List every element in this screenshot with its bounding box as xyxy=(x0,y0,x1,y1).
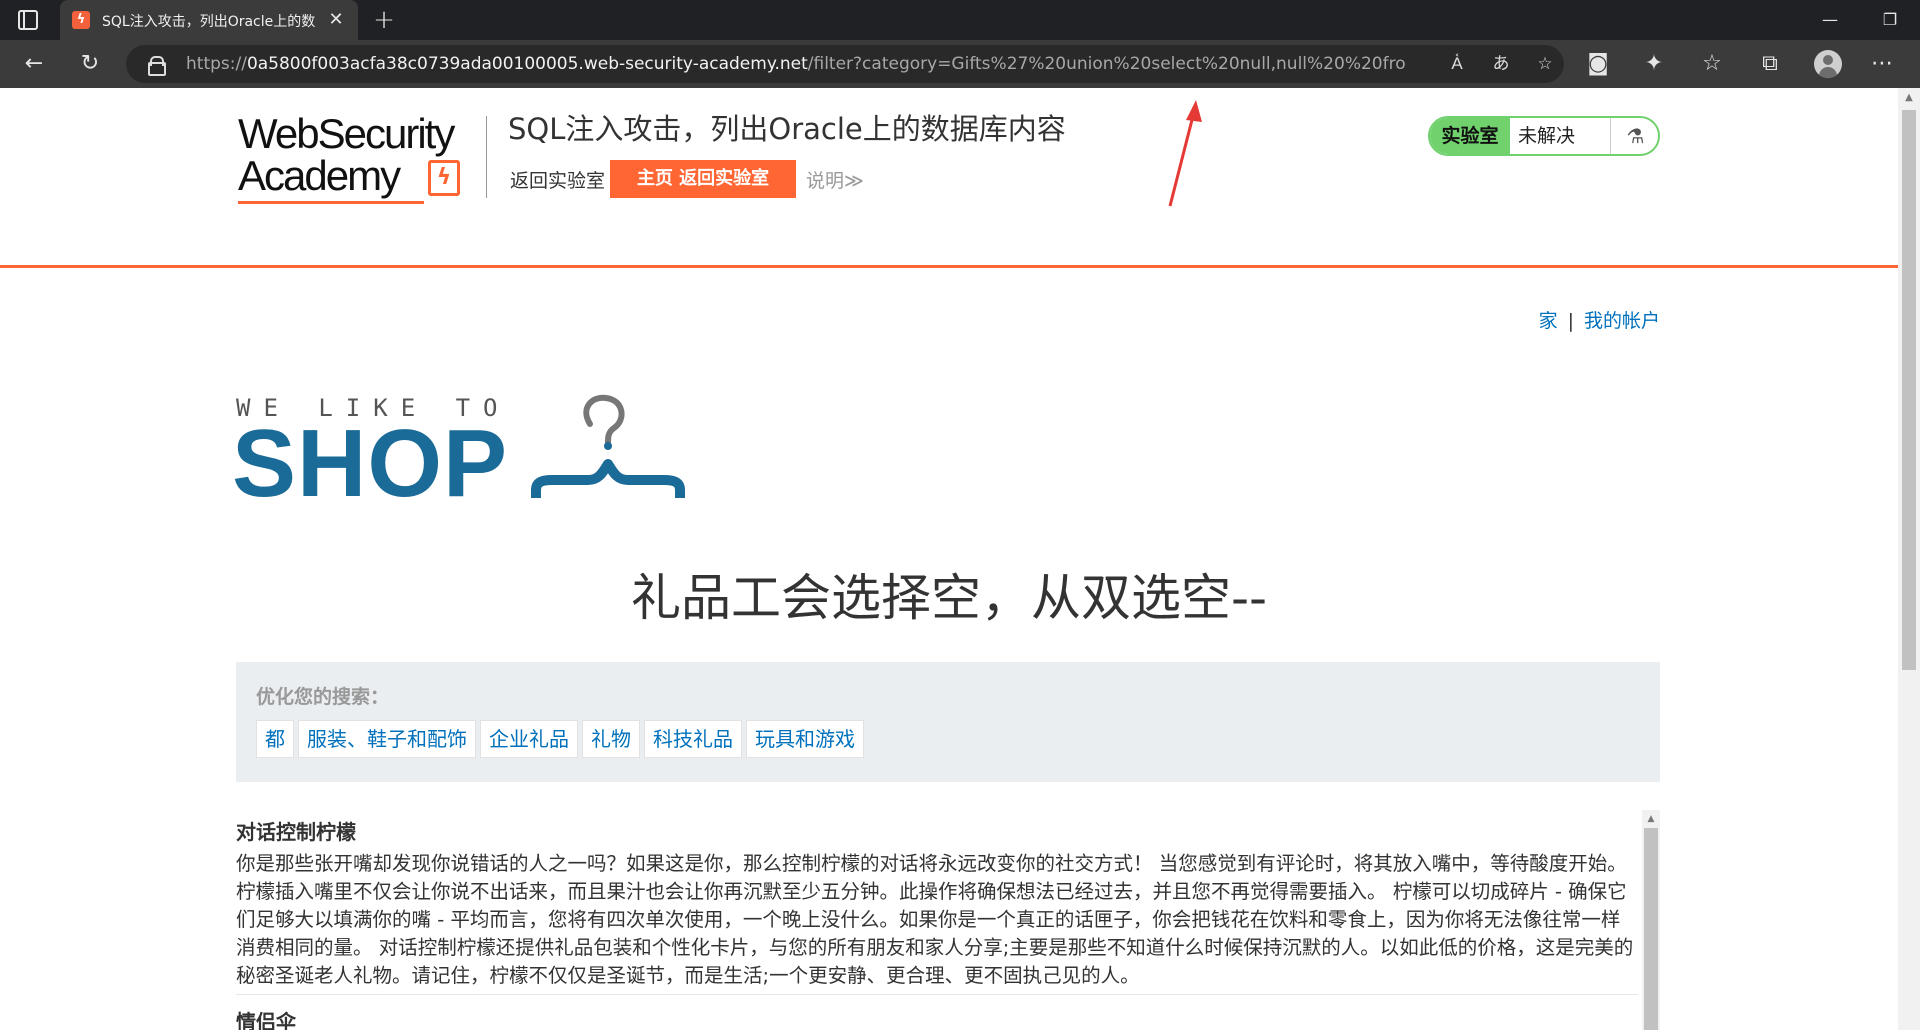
web-security-academy-logo[interactable]: WebSecurity Academy ϟ xyxy=(238,112,488,204)
product-description: 你是那些张开嘴却发现你说错话的人之一吗？如果这是你，那么控制柠檬的对话将永远改变… xyxy=(236,852,1634,987)
product-divider xyxy=(236,994,1638,995)
we-like-to-shop-logo: WE LIKE TO SHOP xyxy=(232,394,686,514)
web-page: WebSecurity Academy ϟ SQL注入攻击，列出Oracle上的… xyxy=(0,88,1898,1030)
scroll-up-arrow-icon[interactable]: ▲ xyxy=(1903,92,1915,104)
page-scrollbar[interactable]: ▲ xyxy=(1898,88,1920,1030)
logo-underline xyxy=(238,201,424,204)
browser-toolbar: ← ↻ https://0a5800f003acfa38c0739ada0010… xyxy=(0,40,1920,88)
back-to-lab-label[interactable]: 返回实验室 xyxy=(510,166,605,193)
results-scrollbar-thumb[interactable] xyxy=(1644,828,1658,1030)
url-path: /filter?category=Gifts%27%20union%20sele… xyxy=(807,54,1406,74)
shop-logo-word: SHOP xyxy=(232,410,509,517)
page-scrollbar-thumb[interactable] xyxy=(1902,110,1916,670)
product-name: 对话控制柠檬 xyxy=(236,820,356,844)
category-filter-list: 都 服装、鞋子和配饰 企业礼品 礼物 科技礼品 玩具和游戏 xyxy=(256,720,864,758)
read-aloud-icon[interactable]: A᷾ xyxy=(1442,50,1472,78)
refresh-icon[interactable]: ↻ xyxy=(72,46,108,82)
collections-icon[interactable]: ⧉ xyxy=(1752,46,1788,82)
extensions-icon[interactable]: ✦ xyxy=(1636,46,1672,82)
lightning-bolt-icon: ϟ xyxy=(428,160,460,196)
new-tab-icon[interactable]: + xyxy=(368,4,400,36)
lab-title: SQL注入攻击，列出Oracle上的数据库内容 xyxy=(508,112,1066,146)
results-scrollbar[interactable]: ▲ xyxy=(1642,810,1660,1030)
tab-actions-icon[interactable] xyxy=(18,10,38,30)
header-divider xyxy=(486,116,487,198)
filter-link-tech-gifts[interactable]: 科技礼品 xyxy=(644,720,742,758)
url-scheme: https:// xyxy=(186,54,247,74)
home-link[interactable]: 家 xyxy=(1539,310,1558,332)
logo-line1: WebSecurity xyxy=(238,110,455,157)
tab-title: SQL注入攻击，列出Oracle上的数 xyxy=(102,14,316,30)
favorite-star-icon[interactable]: ☆ xyxy=(1530,50,1560,78)
filter-title: 优化您的搜索： xyxy=(256,686,390,708)
profile-avatar[interactable] xyxy=(1814,50,1842,78)
site-nav: 家 | 我的帐户 xyxy=(1520,306,1660,333)
product-results: 对话控制柠檬 你是那些张开嘴却发现你说错话的人之一吗？如果这是你，那么控制柠檬的… xyxy=(236,810,1660,1030)
logo-line2: Academy xyxy=(238,152,401,199)
favorites-list-icon[interactable]: ☆ xyxy=(1694,46,1730,82)
more-menu-icon[interactable]: ⋯ xyxy=(1864,46,1900,82)
filter-link-all[interactable]: 都 xyxy=(256,720,294,758)
filter-link-clothing[interactable]: 服装、鞋子和配饰 xyxy=(298,720,476,758)
academy-lab-header: WebSecurity Academy ϟ SQL注入攻击，列出Oracle上的… xyxy=(0,88,1898,268)
lab-tag: 实验室 xyxy=(1430,118,1510,154)
home-back-to-lab-button[interactable]: 主页 返回实验室 xyxy=(610,160,796,198)
search-result-heading: 礼品工会选择空，从双选空-- xyxy=(630,569,1268,627)
address-bar[interactable]: https://0a5800f003acfa38c0739ada00100005… xyxy=(126,45,1564,83)
scroll-up-arrow-icon[interactable]: ▲ xyxy=(1646,814,1656,824)
clothes-hanger-icon xyxy=(531,394,685,498)
product-name: 情侣伞 xyxy=(236,1010,296,1030)
filter-link-corporate-gifts[interactable]: 企业礼品 xyxy=(480,720,578,758)
close-tab-icon[interactable]: ✕ xyxy=(326,9,346,31)
restore-icon[interactable]: ❐ xyxy=(1860,0,1920,40)
browser-tab-active[interactable]: ϟ SQL注入攻击，列出Oracle上的数 ✕ xyxy=(60,0,358,40)
url-host: 0a5800f003acfa38c0739ada00100005.web-sec… xyxy=(246,54,808,74)
filter-link-gifts[interactable]: 礼物 xyxy=(582,720,640,758)
minimize-icon[interactable]: — xyxy=(1800,0,1860,40)
red-arrow-annotation xyxy=(1168,100,1202,207)
browser-titlebar: ϟ SQL注入攻击，列出Oracle上的数 ✕ + — ❐ ✕ xyxy=(0,0,1920,40)
my-account-link[interactable]: 我的帐户 xyxy=(1584,310,1660,332)
back-arrow-icon[interactable]: ← xyxy=(16,46,52,82)
flask-icon: ⚗ xyxy=(1610,118,1658,154)
url-text[interactable]: https://0a5800f003acfa38c0739ada00100005… xyxy=(186,54,1406,74)
filter-panel: 优化您的搜索： 都 服装、鞋子和配饰 企业礼品 礼物 科技礼品 玩具和游戏 xyxy=(236,662,1660,782)
filter-link-toys-games[interactable]: 玩具和游戏 xyxy=(746,720,864,758)
portswigger-favicon-icon: ϟ xyxy=(72,11,90,29)
translate-icon[interactable]: あ xyxy=(1486,50,1516,78)
nav-separator: | xyxy=(1567,310,1574,332)
browser-essentials-icon[interactable]: ◙ xyxy=(1580,46,1616,82)
lab-status-widget: 实验室 未解决 ⚗ xyxy=(1428,116,1660,156)
lock-icon[interactable] xyxy=(148,56,166,76)
lab-description-link[interactable]: 说明≫ xyxy=(806,166,864,193)
lab-state: 未解决 xyxy=(1518,125,1576,147)
